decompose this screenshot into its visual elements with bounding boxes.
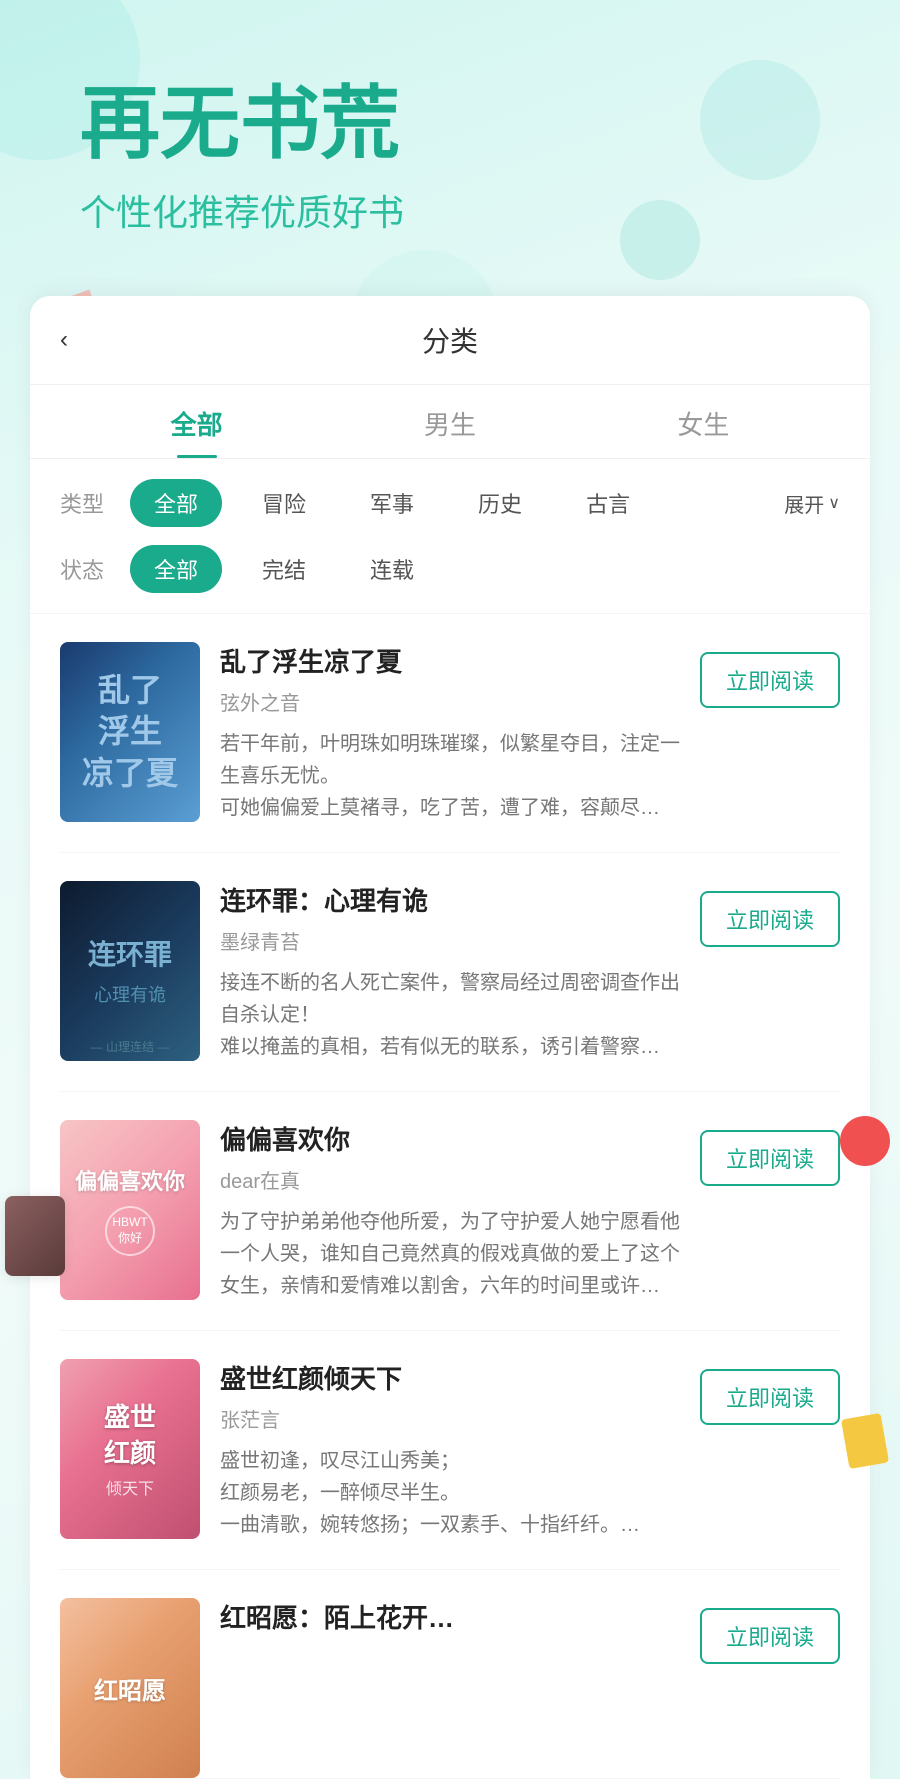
book-actions-3: 立即阅读 [700,1120,840,1302]
top-bar: ‹ 分类 [30,296,870,385]
book-author-4: 张茫言 [220,1404,680,1433]
book-cover-4: 盛世红颜 倾天下 [60,1359,200,1539]
book-desc-4: 盛世初逢，叹尽江山秀美；红颜易老，一醉倾尽半生。一曲清歌，婉转悠扬；一双素手、十… [220,1445,680,1541]
side-decoration-yellow [841,1413,889,1469]
book-item: 红昭愿 红昭愿：陌上花开… 立即阅读 [60,1570,840,1779]
filter-type-all[interactable]: 全部 [130,479,222,527]
book-actions-5: 立即阅读 [700,1598,840,1778]
book-actions-2: 立即阅读 [700,881,840,1063]
book-cover-5: 红昭愿 [60,1598,200,1778]
read-button-1[interactable]: 立即阅读 [700,652,840,708]
book-list: 乱了浮生凉了夏 乱了浮生凉了夏 弦外之音 若干年前，叶明珠如明珠璀璨，似繁星夺目… [30,614,870,1779]
book-cover-1: 乱了浮生凉了夏 [60,642,200,822]
tab-female[interactable]: 女生 [577,405,830,458]
tab-male[interactable]: 男生 [323,405,576,458]
filter-status-all[interactable]: 全部 [130,545,222,593]
filter-status-finished[interactable]: 完结 [238,545,330,593]
side-card-left [5,1196,65,1276]
filter-type-row: 类型 全部 冒险 军事 历史 古言 展开 ∨ [60,479,840,527]
book-actions-4: 立即阅读 [700,1359,840,1541]
read-button-4[interactable]: 立即阅读 [700,1369,840,1425]
read-button-5[interactable]: 立即阅读 [700,1608,840,1664]
book-info-3: 偏偏喜欢你 dear在真 为了守护弟弟他夺他所爱，为了守护爱人她宁愿看他一个人哭… [220,1120,680,1302]
page-title: 分类 [422,320,478,360]
filter-status-label: 状态 [60,553,130,585]
hero-title: 再无书荒 [80,80,820,168]
book-author-1: 弦外之音 [220,687,680,716]
read-button-3[interactable]: 立即阅读 [700,1130,840,1186]
book-item: 盛世红颜 倾天下 盛世红颜倾天下 张茫言 盛世初逢，叹尽江山秀美；红颜易老，一醉… [60,1331,840,1570]
filter-type-military[interactable]: 军事 [346,479,438,527]
book-title-3: 偏偏喜欢你 [220,1120,680,1157]
book-info-2: 连环罪：心理有诡 墨绿青苔 接连不断的名人死亡案件，警察局经过周密调查作出自杀认… [220,881,680,1063]
book-actions-1: 立即阅读 [700,642,840,824]
filter-type-history[interactable]: 历史 [454,479,546,527]
chevron-down-icon: ∨ [828,493,840,513]
tab-all[interactable]: 全部 [70,405,323,458]
filter-status-tags: 全部 完结 连载 [130,545,840,593]
book-info-5: 红昭愿：陌上花开… [220,1598,680,1647]
book-desc-2: 接连不断的名人死亡案件，警察局经过周密调查作出自杀认定！难以掩盖的真相，若有似无… [220,967,680,1063]
book-title-4: 盛世红颜倾天下 [220,1359,680,1396]
book-info-1: 乱了浮生凉了夏 弦外之音 若干年前，叶明珠如明珠璀璨，似繁星夺目，注定一生喜乐无… [220,642,680,824]
filter-type-tags: 全部 冒险 军事 历史 古言 [130,479,784,527]
filter-type-ancient[interactable]: 古言 [562,479,654,527]
book-desc-3: 为了守护弟弟他夺他所爱，为了守护爱人她宁愿看他一个人哭，谁知自己竟然真的假戏真做… [220,1206,680,1302]
filter-type-label: 类型 [60,487,130,519]
tab-bar: 全部 男生 女生 [30,385,870,459]
book-cover-2: 连环罪 心理有诡 — 山理连结 — [60,881,200,1061]
book-title-2: 连环罪：心理有诡 [220,881,680,918]
filter-section: 类型 全部 冒险 军事 历史 古言 展开 ∨ 状态 全部 完结 连载 [30,459,870,614]
book-item: 乱了浮生凉了夏 乱了浮生凉了夏 弦外之音 若干年前，叶明珠如明珠璀璨，似繁星夺目… [60,614,840,853]
hero-subtitle: 个性化推荐优质好书 [80,184,820,236]
filter-type-adventure[interactable]: 冒险 [238,479,330,527]
book-author-2: 墨绿青苔 [220,926,680,955]
filter-status-row: 状态 全部 完结 连载 [60,545,840,593]
book-info-4: 盛世红颜倾天下 张茫言 盛世初逢，叹尽江山秀美；红颜易老，一醉倾尽半生。一曲清歌… [220,1359,680,1541]
back-button[interactable]: ‹ [60,326,68,354]
side-decoration-red [840,1116,890,1166]
book-title-1: 乱了浮生凉了夏 [220,642,680,679]
book-desc-1: 若干年前，叶明珠如明珠璀璨，似繁星夺目，注定一生喜乐无忧。可她偏偏爱上莫褚寻，吃… [220,728,680,824]
book-item: 连环罪 心理有诡 — 山理连结 — 连环罪：心理有诡 墨绿青苔 接连不断的名人死… [60,853,840,1092]
main-card: ‹ 分类 全部 男生 女生 类型 全部 冒险 军事 历史 古言 展开 ∨ 状态 [30,296,870,1779]
book-cover-3: 偏偏喜欢你 HBWT你好 [60,1120,200,1300]
book-author-3: dear在真 [220,1165,680,1194]
expand-button[interactable]: 展开 ∨ [784,489,840,518]
book-item: 偏偏喜欢你 HBWT你好 偏偏喜欢你 dear在真 为了守护弟弟他夺他所爱，为了… [60,1092,840,1331]
hero-section: 再无书荒 个性化推荐优质好书 [0,0,900,276]
book-title-5: 红昭愿：陌上花开… [220,1598,680,1635]
read-button-2[interactable]: 立即阅读 [700,891,840,947]
filter-status-ongoing[interactable]: 连载 [346,545,438,593]
